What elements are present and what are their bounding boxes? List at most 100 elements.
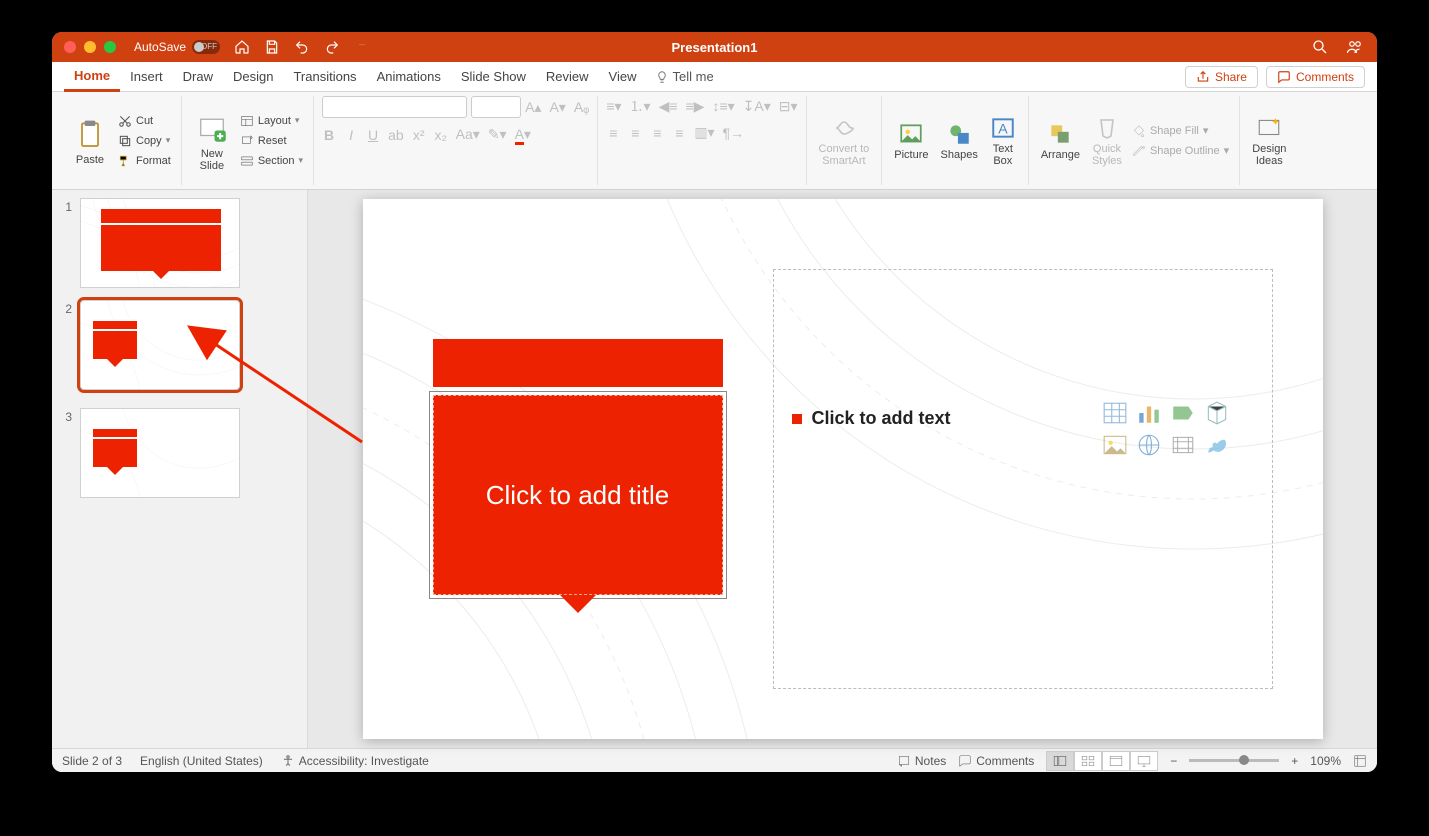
align-center-icon[interactable]: ≡ [628, 125, 642, 141]
clear-formatting-icon[interactable]: Aᵩ [574, 99, 590, 115]
change-case-icon[interactable]: Aa▾ [456, 126, 480, 143]
font-size-select[interactable] [471, 96, 521, 118]
format-painter-button[interactable]: Format [116, 153, 173, 169]
decrease-font-icon[interactable]: A▾ [549, 99, 565, 116]
tab-home[interactable]: Home [64, 62, 120, 92]
tab-design[interactable]: Design [223, 62, 283, 92]
insert-smartart-icon[interactable] [1170, 400, 1196, 426]
font-family-select[interactable] [322, 96, 467, 118]
insert-online-picture-icon[interactable] [1136, 432, 1162, 458]
tab-animations[interactable]: Animations [367, 62, 451, 92]
slide-counter[interactable]: Slide 2 of 3 [62, 754, 122, 768]
shapes-button[interactable]: Shapes [937, 119, 982, 163]
normal-view-button[interactable] [1046, 751, 1074, 771]
fullscreen-window-button[interactable] [104, 41, 116, 53]
insert-3d-icon[interactable] [1204, 400, 1230, 426]
zoom-in-button[interactable]: + [1291, 754, 1298, 768]
reset-button[interactable]: Reset [238, 133, 305, 149]
subscript-icon[interactable]: x₂ [434, 127, 448, 143]
slideshow-view-button[interactable] [1130, 751, 1158, 771]
notes-button[interactable]: Notes [897, 754, 946, 768]
minimize-window-button[interactable] [84, 41, 96, 53]
quick-styles-button[interactable]: Quick Styles [1088, 113, 1126, 169]
shape-fill-button[interactable]: Shape Fill ▾ [1130, 123, 1231, 139]
columns-icon[interactable]: ▥▾ [694, 124, 714, 141]
text-box-button[interactable]: A Text Box [986, 113, 1020, 169]
sorter-view-button[interactable] [1074, 751, 1102, 771]
slide-canvas[interactable]: Click to add title Click to add text [308, 190, 1377, 748]
design-ideas-button[interactable]: Design Ideas [1248, 113, 1290, 169]
section-button[interactable]: Section ▾ [238, 153, 305, 169]
tab-insert[interactable]: Insert [120, 62, 173, 92]
slide-thumbnail-2[interactable] [80, 300, 240, 390]
tab-draw[interactable]: Draw [173, 62, 223, 92]
language-indicator[interactable]: English (United States) [140, 754, 263, 768]
layout-button[interactable]: Layout ▾ [238, 113, 305, 129]
new-slide-button[interactable]: New Slide [190, 108, 234, 174]
paste-button[interactable]: Paste [68, 114, 112, 168]
home-icon[interactable] [234, 39, 250, 55]
slide-thumbnail-1[interactable] [80, 198, 240, 288]
slide[interactable]: Click to add title Click to add text [363, 199, 1323, 739]
increase-indent-icon[interactable]: ≡▶ [686, 98, 705, 115]
text-direction-icon[interactable]: ↧A▾ [743, 98, 771, 115]
search-icon[interactable] [1311, 38, 1329, 56]
undo-icon[interactable] [294, 39, 310, 55]
tab-review[interactable]: Review [536, 62, 599, 92]
tab-transitions[interactable]: Transitions [283, 62, 366, 92]
highlight-icon[interactable]: ✎▾ [488, 126, 507, 143]
align-right-icon[interactable]: ≡ [650, 125, 664, 141]
align-text-icon[interactable]: ⊟▾ [779, 98, 798, 115]
title-placeholder[interactable]: Click to add title [433, 339, 723, 595]
cut-button[interactable]: Cut [116, 113, 173, 129]
insert-table-icon[interactable] [1102, 400, 1128, 426]
autosave-toggle[interactable]: AutoSave OFF [134, 40, 220, 54]
comments-status-button[interactable]: Comments [958, 754, 1034, 768]
tell-me-search[interactable]: Tell me [655, 69, 714, 84]
autosave-switch[interactable]: OFF [192, 40, 220, 54]
italic-icon[interactable]: I [344, 127, 358, 143]
underline-icon[interactable]: U [366, 127, 380, 143]
insert-video-icon[interactable] [1170, 432, 1196, 458]
convert-smartart-button[interactable]: Convert to SmartArt [815, 113, 874, 169]
picture-button[interactable]: Picture [890, 119, 932, 163]
insert-chart-icon[interactable] [1136, 400, 1162, 426]
zoom-slider[interactable] [1189, 759, 1279, 762]
copy-button[interactable]: Copy ▾ [116, 133, 173, 149]
accessibility-checker[interactable]: Accessibility: Investigate [281, 754, 429, 768]
tab-slide-show[interactable]: Slide Show [451, 62, 536, 92]
fit-to-window-button[interactable] [1353, 754, 1367, 768]
zoom-level[interactable]: 109% [1310, 754, 1341, 768]
strikethrough-icon[interactable]: ab [388, 127, 404, 143]
insert-picture-icon[interactable] [1102, 432, 1128, 458]
save-icon[interactable] [264, 39, 280, 55]
comments-button[interactable]: Comments [1266, 66, 1365, 88]
bullets-icon[interactable]: ≡▾ [606, 98, 621, 115]
close-window-button[interactable] [64, 41, 76, 53]
decrease-indent-icon[interactable]: ◀≡ [659, 98, 678, 115]
arrange-button[interactable]: Arrange [1037, 119, 1084, 163]
title-text-box[interactable]: Click to add title [433, 395, 723, 595]
ltr-icon[interactable]: ¶→ [723, 125, 745, 141]
share-button[interactable]: Share [1185, 66, 1258, 88]
bold-icon[interactable]: B [322, 127, 336, 143]
shape-outline-button[interactable]: Shape Outline ▾ [1130, 143, 1231, 159]
slide-thumbnail-panel[interactable]: 1 2 3 [52, 190, 308, 748]
more-icon[interactable] [354, 39, 370, 55]
zoom-out-button[interactable]: − [1170, 754, 1177, 768]
paragraph-group: ≡▾ ⒈▾ ◀≡ ≡▶ ↕≡▾ ↧A▾ ⊟▾ ≡ ≡ ≡ ≡ ▥▾ ¶→ [598, 96, 806, 185]
numbering-icon[interactable]: ⒈▾ [630, 96, 651, 116]
align-left-icon[interactable]: ≡ [606, 125, 620, 141]
increase-font-icon[interactable]: A▴ [525, 99, 541, 116]
share-people-icon[interactable] [1345, 38, 1365, 56]
reading-view-button[interactable] [1102, 751, 1130, 771]
superscript-icon[interactable]: x² [412, 127, 426, 143]
justify-icon[interactable]: ≡ [672, 125, 686, 141]
redo-icon[interactable] [324, 39, 340, 55]
slide-thumbnail-3[interactable] [80, 408, 240, 498]
insert-icon-icon[interactable] [1204, 432, 1230, 458]
tab-view[interactable]: View [599, 62, 647, 92]
font-color-icon[interactable]: A▾ [515, 126, 531, 143]
content-placeholder[interactable]: Click to add text [773, 269, 1273, 689]
line-spacing-icon[interactable]: ↕≡▾ [712, 98, 734, 115]
